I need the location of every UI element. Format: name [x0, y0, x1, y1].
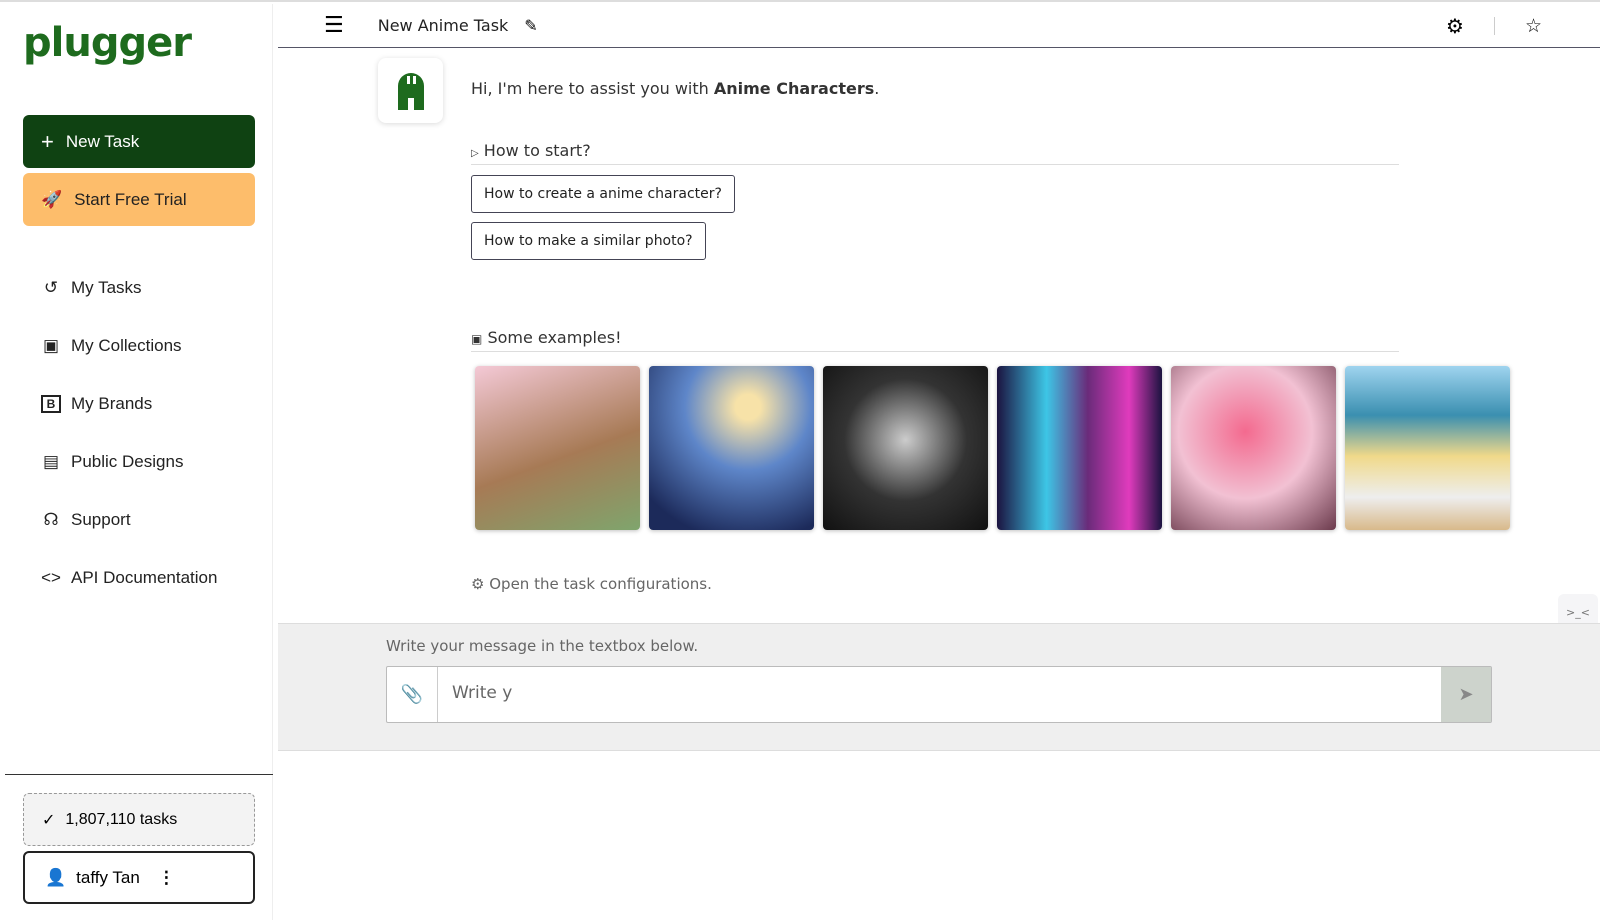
- message-input[interactable]: Write y: [438, 667, 1441, 722]
- label: Support: [71, 510, 131, 529]
- assistant-avatar: [378, 58, 443, 123]
- trial-label: Start Free Trial: [74, 189, 187, 209]
- example-image[interactable]: [997, 366, 1162, 530]
- star-icon[interactable]: ☆: [1525, 15, 1542, 37]
- page-title: New Anime Task: [377, 16, 509, 35]
- more-vertical-icon[interactable]: ⋮: [158, 868, 175, 888]
- example-image[interactable]: [475, 366, 640, 530]
- check-circle-icon: ✓: [42, 811, 56, 829]
- new-task-label: New Task: [65, 131, 140, 151]
- sidebar-item-public-designs[interactable]: ▤ Public Designs: [41, 452, 183, 472]
- examples-heading: ▣ Some examples!: [471, 328, 1399, 352]
- start-free-trial-button[interactable]: 🚀 Start Free Trial: [23, 173, 255, 226]
- composer-hint: Write your message in the textbox below.: [386, 637, 699, 655]
- example-image[interactable]: [1345, 366, 1510, 530]
- how-to-start-label: How to start?: [483, 141, 591, 160]
- plug-icon: [397, 72, 424, 110]
- image-icon: ▣: [471, 332, 483, 346]
- sidebar-item-support[interactable]: ☊ Support: [41, 510, 131, 530]
- greeting: Hi, I'm here to assist you with Anime Ch…: [471, 79, 879, 98]
- send-button[interactable]: ➤: [1441, 667, 1491, 722]
- code-icon: <>: [41, 568, 61, 587]
- task-count-label: 1,807,110 tasks: [65, 810, 178, 828]
- label: Public Designs: [71, 452, 184, 471]
- greeting-topic: Anime Characters: [713, 79, 875, 98]
- divider: [5, 774, 273, 775]
- label: My Tasks: [71, 278, 142, 297]
- plus-icon: +: [41, 128, 54, 154]
- user-menu[interactable]: 👤 taffy Tan ⋮: [23, 851, 255, 904]
- user-icon: 👤: [45, 867, 67, 887]
- example-gallery: [475, 366, 1510, 530]
- headset-icon: ☊: [43, 510, 59, 529]
- rocket-icon: 🚀: [41, 189, 63, 209]
- message-composer: 📎 Write y ➤: [386, 666, 1492, 723]
- sidebar: plugger + New Task 🚀 Start Free Trial ↺ My …: [5, 4, 273, 920]
- menu-icon[interactable]: ☰: [324, 13, 344, 38]
- open-config-link[interactable]: ⚙ Open the task configurations.: [471, 575, 712, 593]
- user-name: taffy Tan: [76, 867, 140, 887]
- new-task-button[interactable]: + New Task: [23, 115, 255, 168]
- how-to-start-toggle[interactable]: ▷ How to start?: [471, 141, 1399, 165]
- examples-label: Some examples!: [487, 328, 622, 347]
- example-image[interactable]: [649, 366, 814, 530]
- divider: [1493, 16, 1495, 35]
- sidebar-item-my-tasks[interactable]: ↺ My Tasks: [41, 278, 142, 298]
- collections-icon: ▣: [42, 336, 60, 355]
- example-image[interactable]: [1171, 366, 1336, 530]
- task-count: ✓ 1,807,110 tasks: [23, 793, 255, 846]
- sidebar-item-my-brands[interactable]: B My Brands: [41, 394, 152, 414]
- question-button[interactable]: How to create a anime character?: [471, 175, 735, 213]
- topbar: ☰ New Anime Task ✎ ⚙ ☆: [278, 4, 1600, 48]
- sidebar-item-my-collections[interactable]: ▣ My Collections: [41, 336, 182, 356]
- edit-icon[interactable]: ✎: [524, 16, 537, 35]
- history-icon: ↺: [43, 278, 59, 297]
- gear-icon: ⚙: [471, 575, 485, 593]
- config-label: Open the task configurations.: [489, 575, 712, 593]
- sidebar-item-api-documentation[interactable]: <> API Documentation: [41, 568, 217, 588]
- greeting-text: Hi, I'm here to assist you with: [471, 79, 714, 98]
- example-image[interactable]: [823, 366, 988, 530]
- paperclip-icon[interactable]: 📎: [387, 667, 438, 722]
- greeting-end: .: [874, 79, 880, 98]
- brand-icon: B: [41, 395, 61, 413]
- logo[interactable]: plugger: [23, 20, 192, 66]
- label: API Documentation: [71, 568, 218, 587]
- label: My Collections: [71, 336, 182, 355]
- caret-right-icon: ▷: [471, 148, 479, 159]
- label: My Brands: [71, 394, 153, 413]
- send-icon: ➤: [1458, 684, 1474, 705]
- layout-icon: ▤: [42, 452, 60, 471]
- question-button[interactable]: How to make a similar photo?: [471, 222, 706, 260]
- gear-icon[interactable]: ⚙: [1446, 14, 1464, 38]
